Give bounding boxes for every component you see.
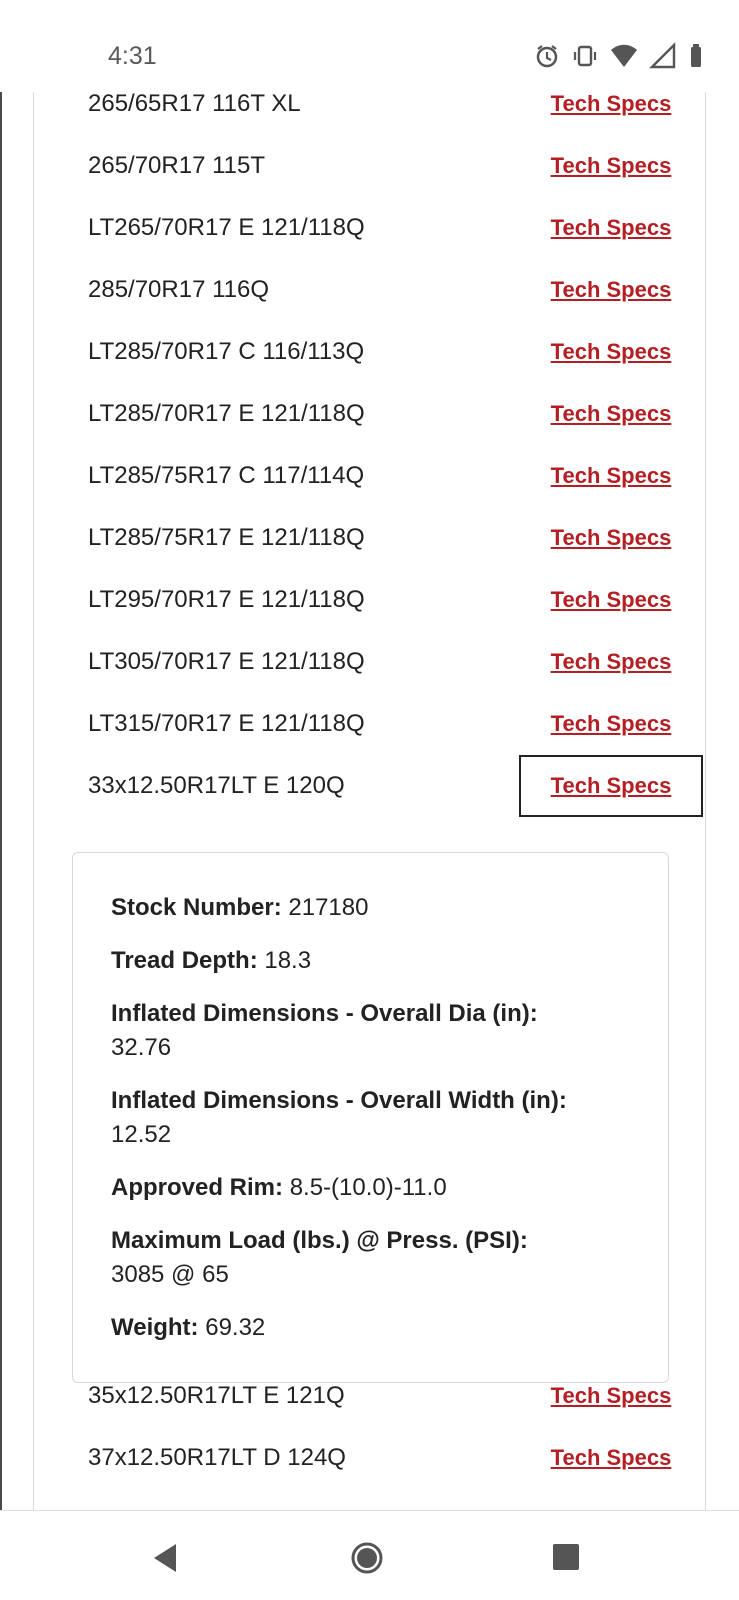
approved-rim-detail: Approved Rim: 8.5-(10.0)-11.0: [111, 1171, 630, 1205]
detail-label: Weight:: [111, 1314, 199, 1341]
maximum-load-detail: Maximum Load (lbs.) @ Press. (PSI): 3085…: [111, 1224, 630, 1292]
android-navigation-bar: [0, 1510, 739, 1600]
detail-value: 12.52: [111, 1121, 172, 1148]
tech-specs-link[interactable]: Tech Specs: [519, 1365, 703, 1427]
tire-size-row: LT285/70R17 C 116/113Q Tech Specs: [88, 320, 703, 384]
tech-specs-link[interactable]: Tech Specs: [519, 197, 703, 259]
detail-value: 18.3: [264, 947, 312, 974]
tire-size-row: 265/70R17 115T Tech Specs: [88, 134, 703, 198]
tire-size-row: LT285/70R17 E 121/118Q Tech Specs: [88, 382, 703, 446]
detail-label: Inflated Dimensions - Overall Dia (in):: [111, 1000, 538, 1027]
battery-icon: [687, 42, 705, 70]
tech-specs-link[interactable]: Tech Specs: [519, 259, 703, 321]
detail-label: Maximum Load (lbs.) @ Press. (PSI):: [111, 1227, 528, 1254]
detail-value: 217180: [288, 894, 369, 921]
status-icons: [533, 42, 705, 70]
tire-size-row: 33x12.50R17LT E 120Q Tech Specs: [88, 754, 703, 818]
detail-value: 8.5-(10.0)-11.0: [289, 1174, 447, 1201]
tire-size-row: LT305/70R17 E 121/118Q Tech Specs: [88, 630, 703, 694]
home-icon[interactable]: [350, 1541, 384, 1578]
tire-size-row: 35x12.50R17LT E 121Q Tech Specs: [88, 1364, 703, 1428]
stock-number-detail: Stock Number: 217180: [111, 891, 630, 925]
detail-label: Inflated Dimensions - Overall Width (in)…: [111, 1087, 567, 1114]
tread-depth-detail: Tread Depth: 18.3: [111, 944, 630, 978]
tech-specs-panel: Stock Number: 217180 Tread Depth: 18.3 I…: [72, 852, 669, 1383]
tech-specs-link[interactable]: Tech Specs: [519, 445, 703, 507]
tech-specs-link[interactable]: Tech Specs: [519, 321, 703, 383]
tech-specs-link[interactable]: Tech Specs: [519, 135, 703, 197]
tire-size-row: LT295/70R17 E 121/118Q Tech Specs: [88, 568, 703, 632]
detail-label: Tread Depth:: [111, 947, 258, 974]
tech-specs-link[interactable]: Tech Specs: [519, 383, 703, 445]
tire-size-row: LT265/70R17 E 121/118Q Tech Specs: [88, 196, 703, 260]
status-bar: 4:31: [0, 0, 739, 92]
tech-specs-link[interactable]: Tech Specs: [519, 507, 703, 569]
detail-value: 32.76: [111, 1034, 172, 1061]
tech-specs-link[interactable]: Tech Specs: [519, 631, 703, 693]
tire-size-row: 285/70R17 116Q Tech Specs: [88, 258, 703, 322]
tech-specs-link[interactable]: Tech Specs: [519, 92, 703, 135]
alarm-icon: [533, 42, 561, 70]
vibrate-icon: [571, 42, 599, 70]
recents-icon[interactable]: [550, 1541, 582, 1576]
tire-size-row: 37x12.50R17LT D 124Q Tech Specs: [88, 1426, 703, 1490]
overall-width-detail: Inflated Dimensions - Overall Width (in)…: [111, 1084, 630, 1152]
wifi-icon: [609, 42, 639, 70]
tech-specs-link[interactable]: Tech Specs: [519, 693, 703, 755]
detail-label: Stock Number:: [111, 894, 282, 921]
tech-specs-link[interactable]: Tech Specs: [519, 1427, 703, 1489]
tire-size-row: 265/65R17 116T XL Tech Specs: [88, 92, 703, 136]
status-time: 4:31: [108, 42, 157, 70]
tech-specs-link-expanded[interactable]: Tech Specs: [519, 755, 703, 817]
detail-value: 69.32: [205, 1314, 266, 1341]
tire-size-row: LT315/70R17 E 121/118Q Tech Specs: [88, 692, 703, 756]
tech-specs-link[interactable]: Tech Specs: [519, 569, 703, 631]
overall-diameter-detail: Inflated Dimensions - Overall Dia (in): …: [111, 997, 630, 1065]
detail-label: Approved Rim:: [111, 1174, 284, 1201]
tire-size-row: LT285/75R17 E 121/118Q Tech Specs: [88, 506, 703, 570]
webpage-content: 265/65R17 116T XL Tech Specs 265/70R17 1…: [0, 92, 739, 1510]
back-icon[interactable]: [148, 1541, 182, 1578]
tire-size-row: LT285/75R17 C 117/114Q Tech Specs: [88, 444, 703, 508]
tire-size-list: 265/65R17 116T XL Tech Specs 265/70R17 1…: [33, 92, 706, 1510]
signal-icon: [649, 42, 677, 70]
detail-value: 3085 @ 65: [111, 1261, 229, 1288]
weight-detail: Weight: 69.32: [111, 1311, 630, 1345]
